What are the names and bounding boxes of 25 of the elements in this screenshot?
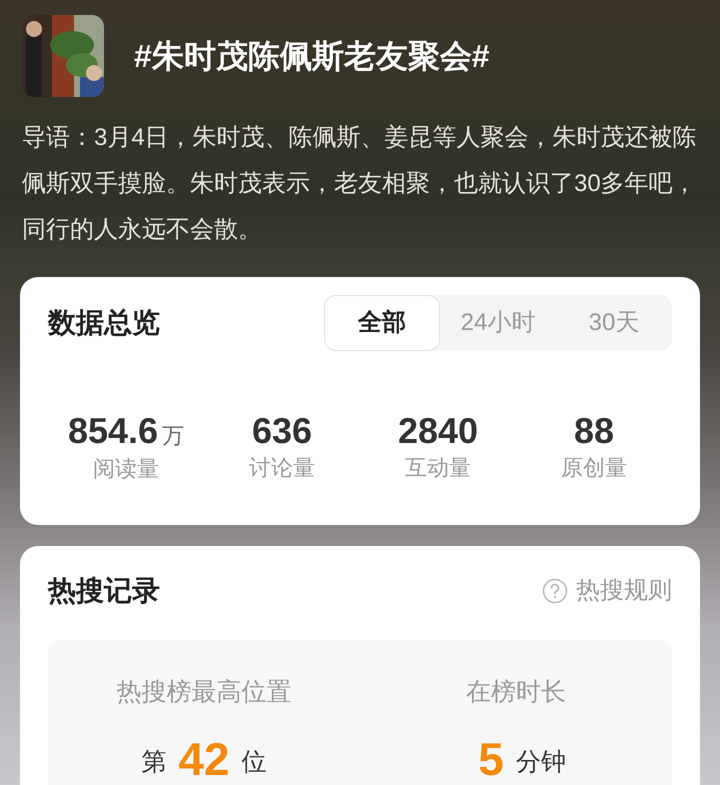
record-unit: 分钟 (516, 747, 566, 778)
stat-unit: 万 (162, 422, 184, 450)
help-icon (542, 578, 568, 604)
stat-value: 854.6 (68, 411, 158, 451)
time-range-tab[interactable]: 全部 (324, 295, 440, 351)
topic-title: #朱时茂陈佩斯老友聚会# (134, 37, 490, 76)
section-title: 热搜记录 (48, 574, 160, 608)
stat-label: 讨论量 (249, 454, 315, 482)
rules-link[interactable]: 热搜规则 (576, 573, 672, 609)
intro-text: 导语：3月4日，朱时茂、陈佩斯、姜昆等人聚会，朱时茂还被陈佩斯双手摸脸。朱时茂表示，老友相聚，也就认识了30多年吧，同行的人永远不会散。 (22, 123, 698, 245)
record-value: 42 (178, 736, 230, 782)
stat-value: 2840 (398, 411, 478, 451)
stat-value: 88 (574, 411, 614, 451)
record-label: 热搜榜最高位置 (116, 677, 292, 708)
record-unit: 位 (242, 747, 267, 778)
stat-label: 阅读量 (93, 455, 159, 483)
stat-value: 636 (252, 411, 312, 451)
time-range-tab[interactable]: 24小时 (440, 295, 556, 351)
record-label: 在榜时长 (466, 677, 566, 708)
section-title: 数据总览 (48, 306, 160, 340)
stat-label: 原创量 (561, 454, 627, 482)
stat-label: 互动量 (405, 454, 471, 482)
time-range-tab[interactable]: 30天 (556, 295, 672, 351)
record-prefix: 第 (141, 747, 166, 778)
record-value: 5 (478, 736, 504, 782)
